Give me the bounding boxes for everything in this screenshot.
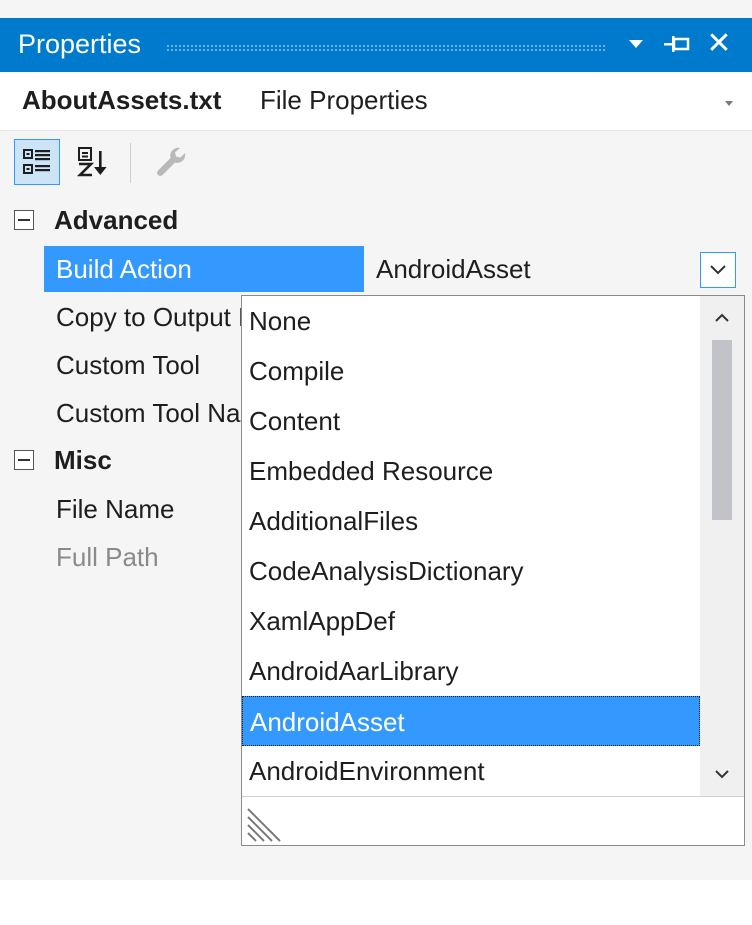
title-bar[interactable]: Properties ✕ [0,18,752,72]
scroll-down-button[interactable] [700,754,744,794]
alphabetical-button[interactable] [70,139,116,185]
panel-title: Properties [18,29,142,59]
selected-object-type: File Properties [260,85,428,115]
resize-grip-icon[interactable] [246,805,284,843]
categorized-button[interactable] [14,139,60,185]
close-icon: ✕ [706,27,732,60]
build-action-dropdown-button[interactable] [700,252,736,288]
alphabetical-icon [76,147,107,177]
dropdown-option-android-environment[interactable]: AndroidEnvironment [242,746,700,796]
chevron-down-icon[interactable] [722,96,736,110]
pin-icon [664,36,690,52]
dropdown-option-additional-files[interactable]: AdditionalFiles [242,496,700,546]
auto-hide-button[interactable] [660,28,694,60]
scroll-up-button[interactable] [700,298,744,338]
window-position-button[interactable] [622,28,650,60]
chevron-down-icon [715,770,729,779]
property-row-build-action[interactable]: Build Action AndroidAsset [0,246,752,292]
dropdown-option-code-analysis-dictionary[interactable]: CodeAnalysisDictionary [242,546,700,596]
chevron-up-icon [715,313,729,322]
dropdown-option-android-aar-library[interactable]: AndroidAarLibrary [242,646,700,696]
category-label: Advanced [54,205,179,235]
property-value[interactable]: AndroidAsset [366,246,752,292]
panel-bottom-margin [0,880,752,925]
property-pages-button[interactable] [148,139,194,185]
category-label: Misc [54,445,112,475]
scrollbar-thumb[interactable] [712,340,732,520]
collapse-icon[interactable] [14,450,34,470]
object-selector[interactable]: AboutAssets.txt File Properties [0,72,752,131]
properties-toolbar [0,131,752,195]
drag-grip[interactable] [166,44,606,52]
toolbar-separator [130,143,131,183]
chevron-down-icon [710,265,726,275]
categorized-icon [23,149,50,174]
dropdown-option-embedded-resource[interactable]: Embedded Resource [242,446,700,496]
properties-panel: Properties ✕ AboutAssets.txt File Proper… [0,0,752,925]
build-action-dropdown-list[interactable]: None Compile Content Embedded Resource A… [241,295,745,846]
wrench-icon [157,147,186,176]
dropdown-option-content[interactable]: Content [242,396,700,446]
dropdown-option-android-asset[interactable]: AndroidAsset [242,696,700,746]
selected-object-name: AboutAssets.txt [22,85,222,115]
dropdown-option-none[interactable]: None [242,296,700,346]
collapse-icon[interactable] [14,210,34,230]
category-advanced[interactable]: Advanced [0,198,752,244]
chevron-down-icon [629,40,643,48]
close-button[interactable]: ✕ [702,28,736,60]
dropdown-footer [242,796,744,845]
dropdown-option-xaml-app-def[interactable]: XamlAppDef [242,596,700,646]
dropdown-scrollbar[interactable] [700,296,744,796]
dropdown-option-compile[interactable]: Compile [242,346,700,396]
property-name[interactable]: Build Action [44,246,364,292]
